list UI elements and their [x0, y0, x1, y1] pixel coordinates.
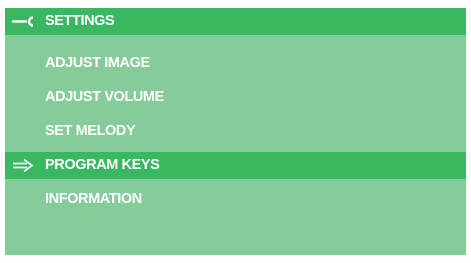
menu-item-information[interactable]: INFORMATION [5, 186, 466, 213]
menu-item-label: ADJUST VOLUME [45, 89, 164, 105]
menu-item-label: ADJUST IMAGE [45, 55, 150, 71]
page-title: SETTINGS [45, 13, 115, 29]
menu-item-adjust-volume[interactable]: ADJUST VOLUME [5, 84, 466, 111]
menu-item-adjust-image[interactable]: ADJUST IMAGE [5, 50, 466, 77]
settings-screen: SETTINGS ADJUST IMAGE ADJUST VOLUME SET … [5, 8, 466, 255]
settings-header: SETTINGS [5, 8, 466, 35]
menu-item-label: INFORMATION [45, 191, 142, 207]
menu-item-label: SET MELODY [45, 123, 136, 139]
right-arrow-icon [11, 152, 37, 179]
wrench-icon [11, 8, 37, 35]
menu-item-program-keys[interactable]: PROGRAM KEYS [5, 152, 466, 179]
menu-item-set-melody[interactable]: SET MELODY [5, 118, 466, 145]
menu-item-label: PROGRAM KEYS [45, 157, 160, 173]
